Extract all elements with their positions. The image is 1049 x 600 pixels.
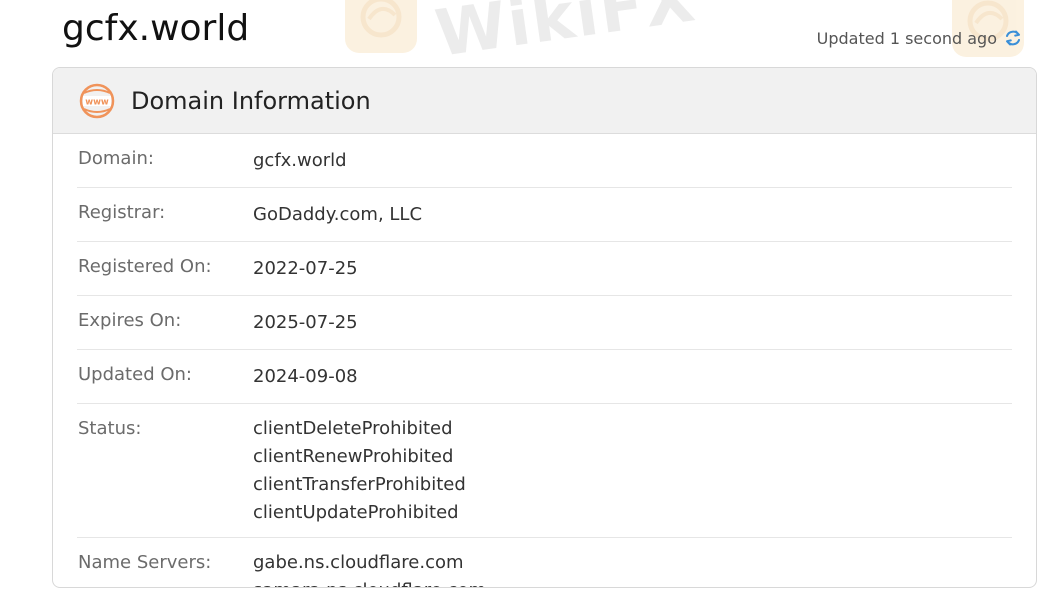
status-value: clientTransferProhibited <box>253 474 466 495</box>
registrar-value: GoDaddy.com, LLC <box>253 204 423 225</box>
info-label: Status: <box>78 418 142 439</box>
domain-value: gcfx.world <box>253 150 347 171</box>
info-row-status: Status: clientDeleteProhibited clientRen… <box>77 404 1012 538</box>
info-label: Domain: <box>78 148 154 169</box>
watermark: WikiFX <box>345 0 701 72</box>
info-label: Expires On: <box>78 310 182 331</box>
status-values: clientDeleteProhibited clientRenewProhib… <box>253 415 466 527</box>
name-server-values: gabe.ns.cloudflare.com samara.ns.cloudfl… <box>253 549 486 587</box>
www-globe-icon: www <box>79 83 115 119</box>
updated-text: Updated 1 second ago <box>816 28 997 48</box>
info-label: Name Servers: <box>78 552 212 573</box>
info-row-registered-on: Registered On: 2022-07-25 <box>77 242 1012 296</box>
watermark-logo-icon <box>345 0 417 53</box>
name-server-value: gabe.ns.cloudflare.com <box>253 552 464 573</box>
info-label: Updated On: <box>78 364 192 385</box>
refresh-icon[interactable] <box>1003 28 1023 48</box>
expires-on-value: 2025-07-25 <box>253 312 358 333</box>
info-row-registrar: Registrar: GoDaddy.com, LLC <box>77 188 1012 242</box>
card-header: www Domain Information <box>53 68 1036 134</box>
updated-on-value: 2024-09-08 <box>253 366 358 387</box>
info-row-updated-on: Updated On: 2024-09-08 <box>77 350 1012 404</box>
domain-information-card: www Domain Information Domain: gcfx.worl… <box>52 67 1037 588</box>
info-row-domain: Domain: gcfx.world <box>77 134 1012 188</box>
card-title: Domain Information <box>131 86 371 115</box>
domain-info-list: Domain: gcfx.world Registrar: GoDaddy.co… <box>53 134 1036 587</box>
watermark-text: WikiFX <box>431 0 701 72</box>
updated-status: Updated 1 second ago <box>817 28 1023 48</box>
registered-on-value: 2022-07-25 <box>253 258 358 279</box>
info-label: Registered On: <box>78 256 212 277</box>
info-value: 2025-07-25 <box>253 309 358 337</box>
info-value: 2022-07-25 <box>253 255 358 283</box>
page: WikiFX WikiFX gcfx.world Updated 1 secon… <box>0 0 1049 600</box>
info-value: 2024-09-08 <box>253 363 358 391</box>
info-value: gcfx.world <box>253 147 347 175</box>
info-label: Registrar: <box>78 202 166 223</box>
page-title: gcfx.world <box>62 8 250 49</box>
info-row-expires-on: Expires On: 2025-07-25 <box>77 296 1012 350</box>
status-value: clientUpdateProhibited <box>253 502 459 523</box>
info-row-name-servers: Name Servers: gabe.ns.cloudflare.com sam… <box>77 538 1012 587</box>
name-server-value: samara.ns.cloudflare.com <box>253 577 486 587</box>
info-value: GoDaddy.com, LLC <box>253 201 422 229</box>
svg-text:www: www <box>85 97 109 107</box>
status-value: clientRenewProhibited <box>253 446 454 467</box>
status-value: clientDeleteProhibited <box>253 418 453 439</box>
